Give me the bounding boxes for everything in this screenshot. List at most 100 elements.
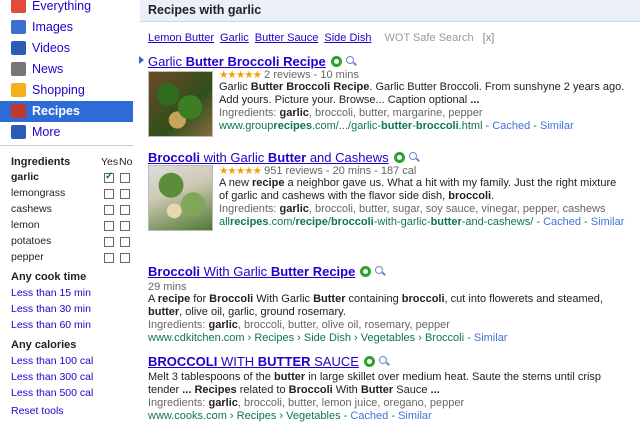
cached-link[interactable]: Cached	[543, 216, 581, 228]
exclude-checkbox[interactable]	[120, 221, 130, 231]
result-title-line: Broccoli With Garlic Butter Recipe	[148, 264, 628, 279]
nav-item-videos[interactable]: Videos	[0, 38, 133, 59]
cached-link[interactable]: Cached	[350, 410, 388, 422]
title-segment: Butter Recipe	[270, 264, 356, 279]
wot-rating-icon[interactable]	[363, 356, 375, 367]
close-related-button[interactable]: [x]	[483, 32, 495, 44]
wot-rating-icon[interactable]	[393, 152, 405, 163]
result-snippet: A recipe for Broccoli With Garlic Butter…	[148, 293, 603, 318]
similar-link[interactable]: Similar	[591, 216, 625, 228]
result-url-text: www.cooks.com › Recipes › Vegetables	[148, 410, 341, 422]
exclude-checkbox[interactable]	[120, 189, 130, 199]
cook-time-option[interactable]: Less than 60 min	[11, 319, 91, 331]
calorie-option[interactable]: Less than 300 cal	[11, 371, 93, 383]
recipes-icon	[11, 104, 26, 118]
result-title-link[interactable]: BROCCOLI WITH BUTTER SAUCE	[148, 354, 359, 369]
similar-link[interactable]: Similar	[398, 410, 432, 422]
yes-column-label: Yes	[101, 156, 119, 168]
exclude-checkbox[interactable]	[120, 173, 130, 183]
rating-stars: ★★★★★	[219, 165, 262, 177]
title-segment: With Garlic	[200, 264, 271, 279]
similar-link[interactable]: Similar	[474, 332, 508, 344]
similar-link[interactable]: Similar	[540, 120, 574, 132]
result-snippet: Garlic Butter Broccoli Recipe. Garlic Bu…	[219, 81, 625, 106]
exclude-checkbox[interactable]	[120, 205, 130, 215]
nav-item-images[interactable]: Images	[0, 17, 133, 38]
nav-item-label: News	[32, 62, 64, 76]
result-ingredients: Ingredients: garlic, broccoli, butter, s…	[219, 203, 606, 215]
include-checkbox[interactable]	[104, 189, 114, 199]
title-segment: Butter	[267, 150, 307, 165]
recipe-thumbnail[interactable]	[148, 71, 213, 137]
result-body: 29 mins A recipe for Broccoli With Garlic…	[148, 281, 628, 345]
ingredient-row: lemon	[11, 219, 133, 234]
search-result: Garlic Butter Broccoli Recipe ★★★★★ 2 rev…	[148, 54, 628, 137]
include-checkbox[interactable]	[104, 253, 114, 263]
exclude-checkbox[interactable]	[120, 253, 130, 263]
result-url-text: www.cdkitchen.com › Recipes › Side Dish …	[148, 332, 465, 344]
nav-item-shopping[interactable]: Shopping	[0, 80, 133, 101]
result-ingredients: Ingredients: garlic, broccoli, butter, o…	[148, 319, 450, 331]
nav-item-more[interactable]: More	[0, 122, 133, 143]
include-checkbox[interactable]	[104, 221, 114, 231]
preview-magnifier-icon[interactable]	[378, 356, 390, 367]
title-segment: SAUCE	[310, 354, 359, 369]
vertical-nav: Everything Images Videos News Shopping Recipe…	[0, 0, 133, 143]
recipe-photo	[149, 72, 212, 136]
ingredient-label: lemongrass	[11, 187, 66, 199]
nav-item-everything[interactable]: Everything	[0, 0, 133, 17]
reset-tools-link[interactable]: Reset tools	[11, 405, 64, 417]
preview-magnifier-icon[interactable]	[345, 56, 357, 67]
ingredients-heading: Ingredients	[11, 156, 71, 168]
title-segment: BUTTER	[257, 354, 311, 369]
preview-magnifier-icon[interactable]	[375, 266, 386, 277]
ingredient-label: lemon	[11, 219, 40, 231]
result-url: www.grouprecipes.com/.../garlic-butter-b…	[219, 120, 574, 132]
sidebar-divider	[0, 145, 133, 146]
result-url: allrecipes.com/recipe/broccoli-with-garl…	[219, 216, 625, 228]
meta-text: 951 reviews - 20 mins - 187 cal	[264, 165, 417, 177]
result-title-link[interactable]: Garlic Butter Broccoli Recipe	[148, 54, 326, 69]
ingredient-label: garlic	[11, 171, 40, 183]
result-url: www.cooks.com › Recipes › Vegetables - C…	[148, 410, 432, 422]
nav-item-news[interactable]: News	[0, 59, 133, 80]
cook-time-option[interactable]: Less than 30 min	[11, 303, 91, 315]
recipe-thumbnail[interactable]	[148, 165, 213, 231]
result-url-text: allrecipes.com/recipe/broccoli-with-garl…	[219, 216, 534, 228]
calorie-option[interactable]: Less than 100 cal	[11, 355, 93, 367]
include-checkbox[interactable]	[104, 237, 114, 247]
result-body: Melt 3 tablespoons of the butter in larg…	[148, 371, 628, 423]
result-title-line: BROCCOLI WITH BUTTER SAUCE	[148, 354, 628, 369]
ingredient-row: potatoes	[11, 235, 133, 250]
preview-magnifier-icon[interactable]	[408, 152, 420, 163]
search-result: Broccoli with Garlic Butter and Cashews ★…	[148, 150, 628, 231]
wot-rating-icon[interactable]	[360, 266, 372, 277]
exclude-checkbox[interactable]	[120, 237, 130, 247]
related-searches: Lemon Butter Garlic Butter Sauce Side Dish …	[148, 32, 494, 44]
related-search-link[interactable]: Butter Sauce	[255, 32, 319, 44]
related-search-link[interactable]: Lemon Butter	[148, 32, 214, 44]
nav-item-recipes[interactable]: Recipes	[0, 101, 133, 122]
ingredient-label: cashews	[11, 203, 52, 215]
cook-time-option[interactable]: Less than 15 min	[11, 287, 91, 299]
cached-link[interactable]: Cached	[492, 120, 530, 132]
result-title-link[interactable]: Broccoli with Garlic Butter and Cashews	[148, 150, 389, 165]
wot-rating-icon[interactable]	[330, 56, 342, 67]
recipe-photo	[149, 166, 212, 230]
rating-stars: ★★★★★	[219, 69, 262, 81]
calorie-option[interactable]: Less than 500 cal	[11, 387, 93, 399]
meta-text: 2 reviews - 10 mins	[264, 69, 359, 81]
result-url: www.cdkitchen.com › Recipes › Side Dish …	[148, 332, 508, 344]
result-title-link[interactable]: Broccoli With Garlic Butter Recipe	[148, 264, 355, 279]
title-segment: Broccoli	[148, 150, 201, 165]
nav-item-label: More	[32, 125, 61, 139]
title-segment: Butter Broccoli Recipe	[185, 54, 326, 69]
include-checkbox[interactable]	[104, 171, 114, 183]
include-checkbox[interactable]	[104, 205, 114, 215]
ingredient-row: garlic	[11, 171, 133, 186]
result-body: ★★★★★ 2 reviews - 10 mins Garlic Butter B…	[219, 69, 628, 133]
ingredient-label: potatoes	[11, 235, 52, 247]
title-segment: with Garlic	[200, 150, 268, 165]
related-search-link[interactable]: Side Dish	[324, 32, 371, 44]
related-search-link[interactable]: Garlic	[220, 32, 249, 44]
